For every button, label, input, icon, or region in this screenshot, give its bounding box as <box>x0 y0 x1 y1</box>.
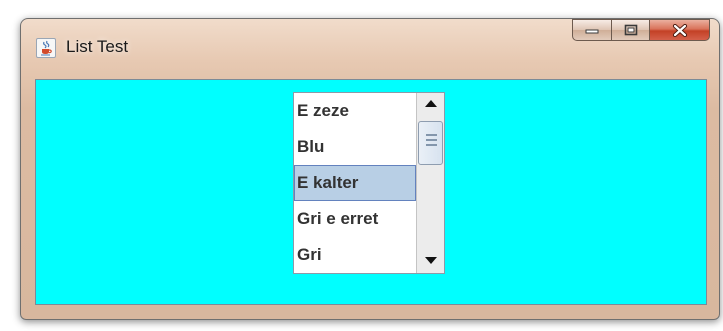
list-item-selected[interactable]: E kalter <box>294 165 416 201</box>
list-item[interactable]: Gri e erret <box>294 201 416 237</box>
color-list[interactable]: E zeze Blu E kalter Gri e erret Gri <box>294 93 416 273</box>
java-cup-icon[interactable] <box>36 38 56 58</box>
scroll-up-button[interactable] <box>417 95 444 113</box>
scroll-down-button[interactable] <box>417 251 444 269</box>
close-icon <box>672 23 687 37</box>
grip-line <box>426 139 437 141</box>
arrow-down-icon <box>424 257 437 264</box>
scroll-thumb[interactable] <box>418 121 443 165</box>
vertical-scrollbar[interactable] <box>416 93 444 273</box>
grip-line <box>426 134 437 136</box>
content-panel: E zeze Blu E kalter Gri e erret Gri <box>35 79 707 305</box>
list-item[interactable]: Gri <box>294 237 416 273</box>
minimize-icon <box>585 29 599 34</box>
grip-line <box>426 144 437 146</box>
close-button[interactable] <box>650 19 710 41</box>
maximize-button[interactable] <box>612 19 650 41</box>
app-window: List Test E zeze Blu E kalter Gri e erre… <box>20 18 720 320</box>
window-title: List Test <box>66 37 129 56</box>
window-controls <box>572 19 710 41</box>
list-item[interactable]: E zeze <box>294 93 416 129</box>
title-bar[interactable]: List Test <box>21 19 719 77</box>
list-item[interactable]: Blu <box>294 129 416 165</box>
arrow-up-icon <box>424 100 437 107</box>
minimize-button[interactable] <box>572 19 612 41</box>
color-list-scroll-pane[interactable]: E zeze Blu E kalter Gri e erret Gri <box>293 92 445 274</box>
maximize-icon <box>624 24 637 36</box>
